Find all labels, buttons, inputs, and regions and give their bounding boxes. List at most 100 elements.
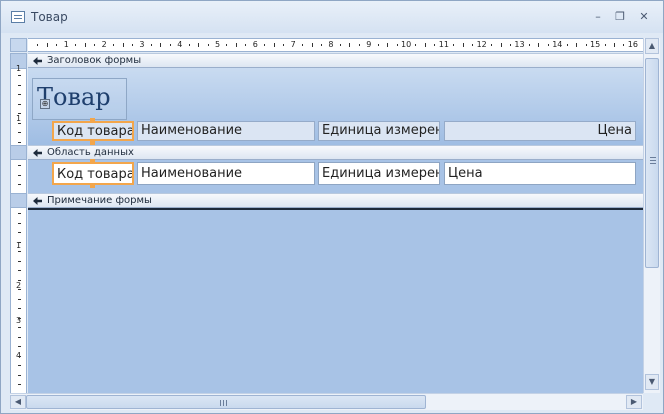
- ruler-tick: [18, 94, 21, 95]
- section-detail-bar[interactable]: Область данных: [28, 145, 643, 160]
- header-label-name[interactable]: Наименование: [137, 121, 315, 141]
- ruler-tick: [302, 44, 303, 46]
- ruler-number: 4: [177, 40, 183, 49]
- ruler-tick: [37, 44, 39, 46]
- field-name[interactable]: Наименование: [137, 162, 315, 185]
- section-arrow-icon: [33, 57, 42, 65]
- ruler-tick: [18, 132, 21, 133]
- ruler-tick: [387, 43, 389, 47]
- grip-line: [226, 400, 227, 406]
- section-header-bar[interactable]: Заголовок формы: [28, 53, 643, 68]
- close-button[interactable]: ✕: [635, 9, 653, 25]
- ruler-section-selector[interactable]: [11, 145, 26, 160]
- scroll-up-button[interactable]: ▲: [645, 38, 659, 54]
- ruler-tick: [462, 43, 464, 47]
- ruler-tick: [453, 44, 455, 46]
- ruler-tick: [18, 374, 21, 376]
- field-unit[interactable]: Единица измерени: [318, 162, 440, 185]
- section-footer-bar[interactable]: Примечание формы: [28, 193, 643, 208]
- ruler-tick: [198, 43, 200, 47]
- ruler-tick: [18, 327, 21, 328]
- header-label-price[interactable]: Цена: [444, 121, 636, 141]
- ruler-section-selector[interactable]: [11, 193, 26, 208]
- ruler-tick: [585, 44, 587, 46]
- ruler-number: 15: [590, 40, 601, 49]
- ruler-tick: [75, 44, 77, 46]
- ruler-tick: [18, 336, 21, 338]
- title-bar[interactable]: Товар – ❐ ✕: [1, 1, 663, 33]
- ruler-tick: [18, 260, 21, 262]
- ruler-number: 7: [290, 40, 296, 49]
- ruler-tick: [576, 43, 578, 47]
- ruler-tick: [245, 44, 247, 46]
- ruler-tick: [169, 44, 171, 46]
- field-code[interactable]: Код товара: [52, 162, 134, 185]
- ruler-tick: [415, 44, 417, 46]
- horizontal-ruler[interactable]: 1 2 3 4 5 6 7 8 9 10 11 12 13 14 15 16: [28, 38, 643, 52]
- grip-line: [650, 163, 656, 164]
- ruler-tick: [56, 44, 58, 46]
- move-handle-icon[interactable]: ⊕: [40, 99, 50, 109]
- scroll-right-button[interactable]: ▶: [626, 395, 642, 409]
- ruler-number: 16: [627, 40, 638, 49]
- grip-line: [650, 160, 656, 161]
- header-label-code[interactable]: Код товара: [52, 121, 134, 141]
- ruler-tick: [188, 44, 190, 46]
- ruler-tick: [18, 251, 21, 252]
- ruler-tick: [18, 165, 21, 166]
- scroll-down-button[interactable]: ▼: [645, 374, 659, 390]
- ruler-number: 6: [252, 40, 258, 49]
- field-price[interactable]: Цена: [444, 162, 636, 185]
- grip-line: [223, 400, 224, 406]
- ruler-tick: [18, 84, 21, 86]
- header-label-unit[interactable]: Единица измерен: [318, 121, 440, 141]
- ruler-tick: [94, 44, 96, 46]
- resize-handle[interactable]: [90, 159, 95, 164]
- ruler-tick: [122, 43, 124, 47]
- ruler-tick: [150, 44, 152, 46]
- horizontal-scroll-thumb[interactable]: [26, 395, 426, 409]
- horizontal-scrollbar[interactable]: ◀ ▶: [10, 393, 643, 410]
- ruler-tick: [18, 103, 21, 105]
- ruler-tick: [18, 355, 21, 357]
- ruler-tick: [18, 308, 21, 309]
- resize-handle[interactable]: [90, 118, 95, 123]
- form-selector[interactable]: [10, 38, 27, 52]
- ruler-tick: [18, 213, 21, 214]
- grip-line: [650, 157, 656, 158]
- ruler-tick: [547, 44, 549, 46]
- ruler-tick: [18, 184, 21, 185]
- resize-handle[interactable]: [90, 183, 95, 188]
- restore-button[interactable]: ❐: [611, 9, 629, 25]
- ruler-tick: [349, 43, 351, 47]
- ruler-tick: [18, 317, 21, 319]
- ruler-number: 5: [215, 40, 221, 49]
- section-arrow-icon: [33, 149, 42, 157]
- scroll-left-button[interactable]: ◀: [10, 395, 26, 409]
- minimize-button[interactable]: –: [589, 9, 607, 25]
- ruler-tick: [613, 43, 615, 47]
- ruler-tick: [538, 43, 540, 47]
- ruler-tick: [509, 44, 511, 46]
- ruler-tick: [207, 44, 209, 46]
- design-surface[interactable]: Заголовок формы Товар ⊕ Код товара Наиме…: [28, 53, 643, 393]
- ruler-number: 10: [401, 40, 412, 49]
- ruler-tick: [18, 141, 21, 143]
- ruler-tick: [18, 279, 21, 281]
- ruler-tick: [18, 289, 21, 290]
- section-arrow-icon: [33, 197, 42, 205]
- ruler-tick: [283, 44, 285, 46]
- vertical-ruler[interactable]: 111234: [10, 53, 27, 393]
- ruler-tick: [18, 241, 21, 243]
- ruler-number: 1: [16, 64, 22, 73]
- ruler-tick: [311, 43, 313, 47]
- ruler-number: 8: [328, 40, 334, 49]
- vertical-scroll-thumb[interactable]: [645, 58, 659, 268]
- section-detail-label: Область данных: [47, 147, 134, 158]
- ruler-tick: [604, 44, 606, 46]
- ruler-tick: [18, 222, 21, 224]
- ruler-tick: [131, 44, 133, 46]
- ruler-tick: [18, 346, 21, 347]
- vertical-scrollbar[interactable]: ▲ ▼: [643, 38, 660, 393]
- size-grip[interactable]: [643, 393, 660, 410]
